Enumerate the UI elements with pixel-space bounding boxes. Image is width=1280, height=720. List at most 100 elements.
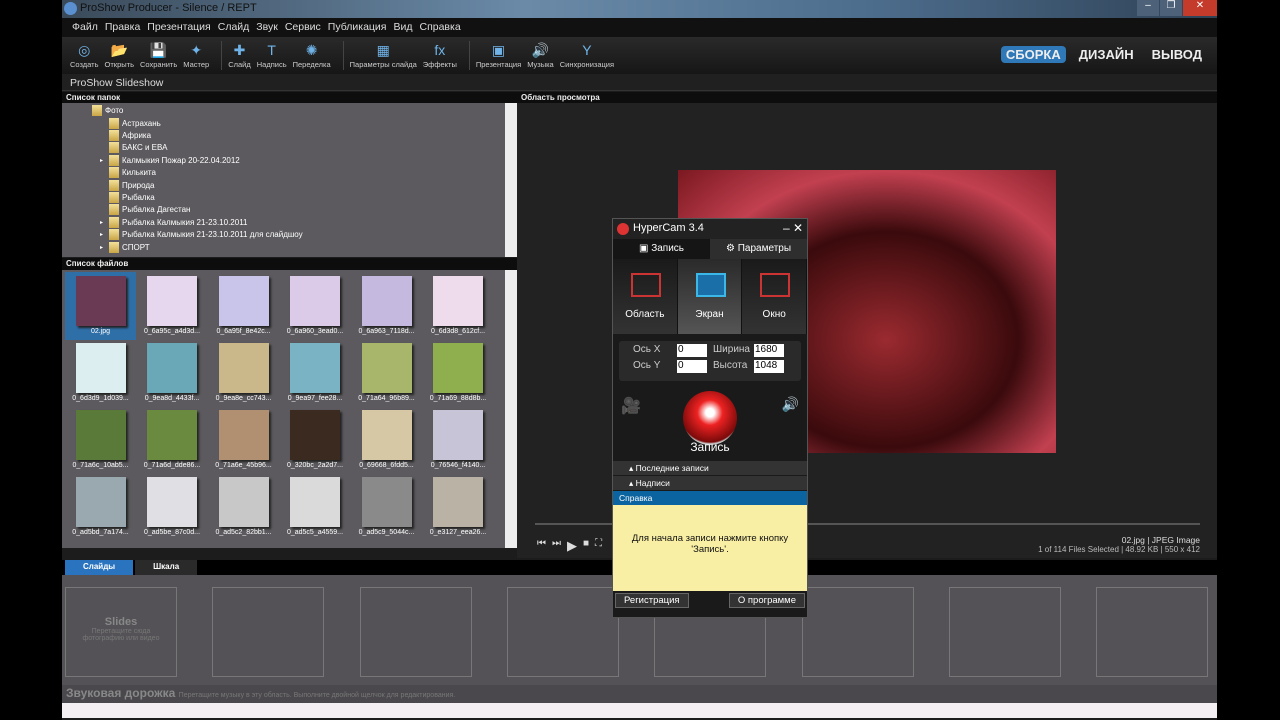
minimize-button[interactable]: – [1137, 0, 1159, 16]
speaker-icon[interactable]: 🔊 [782, 396, 799, 413]
toolbar-button[interactable]: ▣ Презентация [476, 37, 521, 74]
menu-item[interactable]: Правка [105, 18, 140, 37]
section-recent[interactable]: ▴ Последние записи [613, 461, 807, 475]
folder-item[interactable]: Природа [100, 179, 155, 191]
y-input[interactable]: 0 [677, 360, 707, 373]
slide-slot[interactable] [948, 587, 1061, 677]
tab-record[interactable]: ▣ Запись [613, 239, 710, 259]
file-thumbnail[interactable]: 0_6a960_3ead0... [280, 272, 351, 340]
toolbar-button[interactable]: ◎ Создать [70, 37, 99, 74]
file-thumbnail[interactable]: 02.jpg [65, 272, 136, 340]
folder-item[interactable]: Килькита [100, 167, 156, 179]
slide-slot[interactable] [1096, 587, 1209, 677]
prev-icon[interactable]: ⏮ [537, 538, 546, 554]
section-captions[interactable]: ▴ Надписи [613, 476, 807, 490]
file-thumbnail[interactable]: 0_ad5c5_a4559... [280, 473, 351, 541]
file-thumbnail[interactable]: 0_6d3d9_1d039... [65, 339, 136, 407]
file-thumbnail[interactable]: 0_ad5bd_7a174... [65, 473, 136, 541]
expand-arrow-icon[interactable]: ▸ [100, 244, 109, 251]
height-input[interactable]: 1048 [754, 360, 784, 373]
file-thumbnail[interactable]: 0_9ea8e_cc743... [208, 339, 279, 407]
menu-item[interactable]: Сервис [285, 18, 321, 37]
video-camera-icon[interactable]: 🎥 [621, 396, 641, 416]
files-scrollbar[interactable] [505, 270, 517, 548]
file-thumbnail[interactable]: 0_6a963_7118d... [351, 272, 422, 340]
slide-slot[interactable] [506, 587, 619, 677]
register-button[interactable]: Регистрация [615, 593, 689, 608]
mode-design[interactable]: ДИЗАЙН [1074, 46, 1139, 63]
fullscreen-icon[interactable]: ⛶ [595, 538, 602, 554]
record-button[interactable] [683, 391, 737, 445]
menu-item[interactable]: Справка [419, 18, 460, 37]
toolbar-button[interactable]: ✺ Переделка [293, 37, 331, 74]
x-input[interactable]: 0 [677, 344, 707, 357]
menu-item[interactable]: Публикация [328, 18, 387, 37]
hypercam-close-button[interactable]: – ✕ [783, 221, 803, 235]
toolbar-button[interactable]: ✚ Слайд [228, 37, 251, 74]
folder-item[interactable]: ▸ СПОРТ [100, 241, 150, 253]
expand-arrow-icon[interactable]: ▸ [100, 157, 109, 164]
help-header[interactable]: Справка [613, 491, 807, 505]
toolbar-button[interactable]: T Надпись [257, 37, 287, 74]
slide-slot[interactable] [359, 587, 472, 677]
toolbar-button[interactable]: fx Эффекты [423, 37, 457, 74]
menu-item[interactable]: Файл [72, 18, 98, 37]
mode-region[interactable]: Область [613, 259, 678, 334]
file-thumbnail[interactable]: 0_9ea8d_4433f... [137, 339, 208, 407]
folder-scrollbar[interactable] [505, 103, 517, 257]
folder-item[interactable]: ▸ Рыбалка Калмыкия 21-23.10.2011 для слай… [100, 229, 303, 241]
folder-item[interactable]: Африка [100, 129, 151, 141]
toolbar-button[interactable]: ✦ Мастер [183, 37, 209, 74]
mode-screen[interactable]: Экран [677, 259, 743, 334]
folder-item[interactable]: Рыбалка Дагестан [100, 204, 190, 216]
toolbar-button[interactable]: 🔊 Музыка [527, 37, 554, 74]
about-button[interactable]: О программе [728, 593, 805, 608]
file-thumbnail[interactable]: 0_ad5be_87c0d... [137, 473, 208, 541]
toolbar-button[interactable]: 💾 Сохранить [140, 37, 177, 74]
folder-item[interactable]: ▸ Рыбалка Калмыкия 21-23.10.2011 [100, 216, 248, 228]
mode-output[interactable]: ВЫВОД [1147, 46, 1207, 63]
file-thumbnail[interactable]: 0_71a69_88d8b... [423, 339, 494, 407]
folder-root[interactable]: Фото [92, 104, 123, 116]
file-thumbnail[interactable]: 0_6a95f_8e42c... [208, 272, 279, 340]
horizontal-scrollbar[interactable] [62, 703, 1217, 718]
tab-timeline[interactable]: Шкала [135, 560, 198, 575]
file-thumbnail[interactable]: 0_320bc_2a2d7... [280, 406, 351, 474]
stop-icon[interactable]: ■ [583, 538, 589, 554]
file-thumbnail[interactable]: 0_71a6d_dde86... [137, 406, 208, 474]
mode-window[interactable]: Окно [742, 259, 808, 334]
maximize-button[interactable]: ❐ [1160, 0, 1182, 16]
file-thumbnail[interactable]: 0_69668_6fdd5... [351, 406, 422, 474]
toolbar-button[interactable]: Y Синхронизация [560, 37, 614, 74]
expand-arrow-icon[interactable]: ▸ [100, 219, 109, 226]
mode-build[interactable]: СБОРКА [1000, 46, 1066, 63]
next-icon[interactable]: ⏭ [552, 538, 561, 554]
width-input[interactable]: 1680 [754, 344, 784, 357]
slide-slot[interactable]: Slides Перетащите сюда фотографию или ви… [65, 587, 177, 677]
file-thumbnail[interactable]: 0_6d3d8_612cf... [423, 272, 494, 340]
folder-item[interactable]: Астрахань [100, 117, 161, 129]
file-thumbnail[interactable]: 0_71a6e_45b96... [208, 406, 279, 474]
menu-item[interactable]: Слайд [218, 18, 250, 37]
audio-track[interactable]: Звуковая дорожка Перетащите музыку в эту… [62, 685, 1217, 703]
menu-item[interactable]: Звук [256, 18, 278, 37]
file-thumbnail[interactable]: 0_ad5c2_82bb1... [208, 473, 279, 541]
tab-slides[interactable]: Слайды [65, 560, 134, 575]
slide-slot[interactable] [212, 587, 325, 677]
file-thumbnail[interactable]: 0_76546_f4140... [423, 406, 494, 474]
file-thumbnail[interactable]: 0_71a64_96b89... [351, 339, 422, 407]
folder-item[interactable]: Рыбалка [100, 191, 155, 203]
toolbar-button[interactable]: ▦ Параметры слайда [350, 37, 417, 74]
play-icon[interactable]: ▶ [567, 538, 577, 554]
file-thumbnail[interactable]: 0_9ea97_fee28... [280, 339, 351, 407]
menu-item[interactable]: Презентация [147, 18, 210, 37]
file-thumbnail[interactable]: 0_6a95c_a4d3d... [137, 272, 208, 340]
file-thumbnail[interactable]: 0_71a6c_10ab5... [65, 406, 136, 474]
toolbar-button[interactable]: 📂 Открыть [105, 37, 134, 74]
tab-settings[interactable]: ⚙ Параметры [710, 239, 807, 259]
file-thumbnail[interactable]: 0_e3127_eea26... [423, 473, 494, 541]
file-thumbnail[interactable]: 0_ad5c9_5044c... [351, 473, 422, 541]
menu-item[interactable]: Вид [393, 18, 412, 37]
expand-arrow-icon[interactable]: ▸ [100, 231, 109, 238]
folder-item[interactable]: ▸ Калмыкия Пожар 20-22.04.2012 [100, 154, 240, 166]
